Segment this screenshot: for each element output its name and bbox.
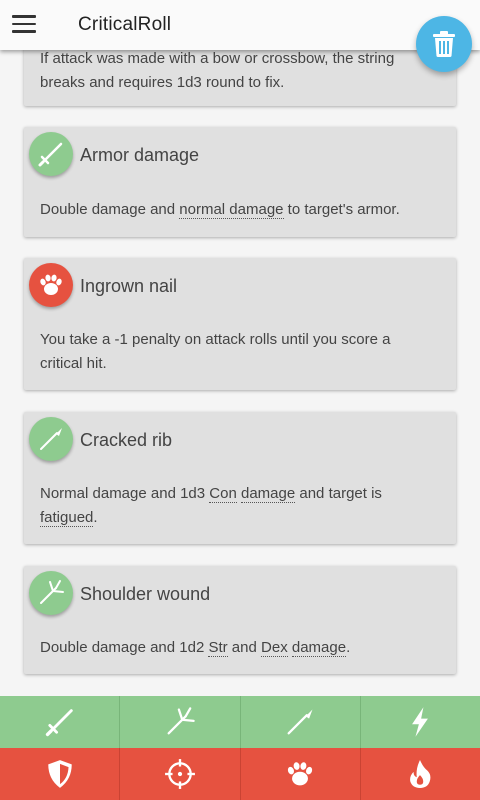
critical-card-armor-damage[interactable]: Armor damage Double damage and normal da… bbox=[24, 127, 456, 237]
filter-sword-button[interactable] bbox=[0, 696, 121, 748]
card-title: Shoulder wound bbox=[80, 584, 211, 604]
app-bar: CriticalRoll bbox=[0, 0, 480, 50]
app-title: CriticalRoll bbox=[78, 14, 172, 35]
card-icon-badge bbox=[29, 417, 73, 461]
card-icon-badge bbox=[29, 263, 73, 307]
desc-text: Normal damage and 1d3 bbox=[40, 485, 210, 502]
fire-icon bbox=[410, 760, 431, 788]
rule-link-normal-damage[interactable]: normal damage bbox=[179, 201, 284, 219]
attack-type-bar bbox=[0, 696, 480, 748]
card-title: Cracked rib bbox=[80, 430, 173, 450]
card-description: You take a -1 penalty on attack rolls un… bbox=[40, 331, 391, 372]
card-title: Armor damage bbox=[80, 145, 200, 165]
desc-text: and target is bbox=[295, 485, 382, 502]
filter-claw-button[interactable] bbox=[241, 748, 361, 800]
filter-crosshair-button[interactable] bbox=[120, 748, 241, 800]
card-desc-line: If attack was made with a bow or crossbo… bbox=[40, 50, 395, 67]
desc-text: to target's armor. bbox=[283, 201, 400, 218]
rule-link-dex[interactable]: Dex bbox=[261, 639, 288, 657]
trident-icon bbox=[167, 707, 195, 735]
desc-text: . bbox=[346, 639, 351, 656]
critical-card-shoulder-wound[interactable]: Shoulder wound Double damage and 1d2 Str… bbox=[24, 566, 456, 674]
rule-link-damage[interactable]: damage bbox=[291, 639, 347, 657]
card-description: Double damage and 1d2 Str and Dex damage… bbox=[40, 636, 428, 660]
rule-link-str[interactable]: Str bbox=[208, 639, 228, 657]
desc-text: Double damage and bbox=[40, 201, 180, 218]
desc-text: . bbox=[93, 509, 98, 526]
filter-lightning-button[interactable] bbox=[361, 696, 480, 748]
filter-fire-button[interactable] bbox=[361, 748, 480, 800]
trident-icon bbox=[40, 580, 64, 604]
damage-type-bar bbox=[0, 748, 480, 800]
sword-icon bbox=[45, 709, 73, 737]
spear-icon bbox=[40, 428, 62, 450]
sword-icon bbox=[38, 142, 63, 167]
critical-card-cracked-rib[interactable]: Cracked rib Normal damage and 1d3 Con da… bbox=[24, 412, 456, 544]
filter-shield-button[interactable] bbox=[0, 748, 121, 800]
delete-fab-button[interactable] bbox=[416, 16, 472, 72]
critical-card-ingrown-nail[interactable]: Ingrown nail You take a -1 penalty on at… bbox=[24, 258, 456, 390]
card-icon-badge bbox=[29, 132, 73, 176]
rule-link-fatigued[interactable]: fatigued bbox=[40, 509, 94, 527]
filter-spear-button[interactable] bbox=[241, 696, 361, 748]
critical-list[interactable]: If attack was made with a bow or crossbo… bbox=[0, 0, 480, 696]
app-screen: If attack was made with a bow or crossbo… bbox=[0, 0, 480, 800]
filter-trident-button[interactable] bbox=[120, 696, 241, 748]
desc-text: Double damage and 1d2 bbox=[40, 639, 209, 656]
menu-icon[interactable] bbox=[12, 15, 36, 35]
rule-link-damage[interactable]: damage bbox=[240, 485, 296, 503]
desc-text: and bbox=[227, 639, 262, 656]
claw-icon bbox=[287, 762, 313, 786]
rule-link-con[interactable]: Con bbox=[209, 485, 237, 503]
card-desc-line: breaks and requires 1d3 round to fix. bbox=[40, 74, 285, 91]
card-description: If attack was made with a bow or crossbo… bbox=[40, 47, 428, 95]
card-description: Double damage and normal damage to targe… bbox=[40, 198, 428, 222]
lightning-icon bbox=[412, 707, 429, 737]
crosshair-icon bbox=[164, 759, 195, 789]
card-icon-badge bbox=[29, 571, 73, 615]
spear-icon bbox=[287, 709, 313, 735]
claw-icon bbox=[40, 274, 62, 295]
card-description: Normal damage and 1d3 Con damage and tar… bbox=[40, 482, 428, 530]
trash-icon bbox=[433, 31, 455, 57]
card-title: Ingrown nail bbox=[80, 276, 178, 296]
shield-icon bbox=[47, 760, 72, 788]
